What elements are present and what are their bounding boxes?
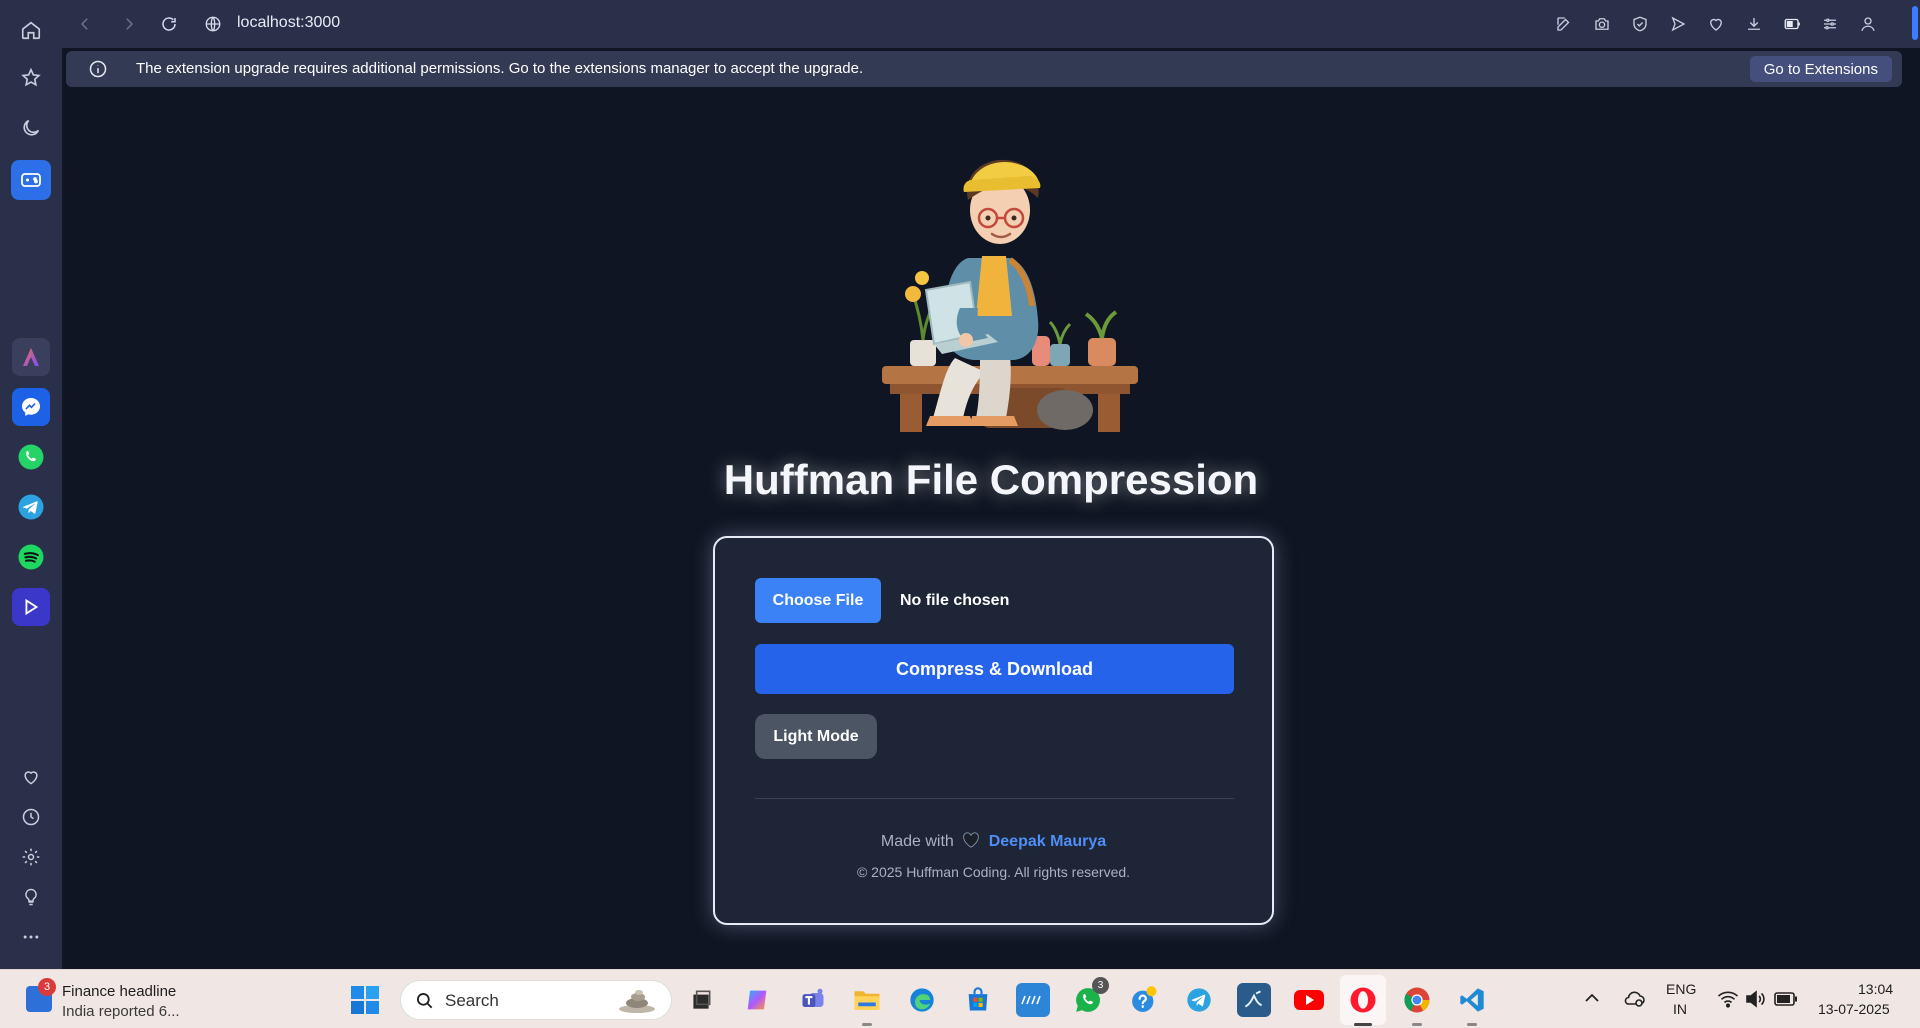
shield-icon[interactable] bbox=[1627, 11, 1653, 37]
easy-setup-icon[interactable] bbox=[1817, 11, 1843, 37]
light-mode-toggle[interactable]: Light Mode bbox=[755, 714, 877, 759]
play-arrow-icon[interactable] bbox=[1665, 11, 1691, 37]
get-help-icon[interactable] bbox=[1127, 983, 1161, 1017]
tray-expand-chevron-icon[interactable] bbox=[1584, 992, 1600, 1004]
battery-icon[interactable] bbox=[1774, 992, 1798, 1006]
vscode-running-indicator bbox=[1467, 1023, 1477, 1026]
page-title: Huffman File Compression bbox=[723, 456, 1259, 503]
game-controller-icon[interactable] bbox=[11, 160, 51, 200]
favorite-heart-icon[interactable] bbox=[1703, 11, 1729, 37]
more-options-icon[interactable] bbox=[11, 917, 51, 957]
page-content: Huffman File Compression Choose File No … bbox=[62, 90, 1920, 969]
browser-toolbar: localhost:3000 bbox=[62, 0, 1920, 48]
whatsapp-taskbar-icon[interactable]: 3 bbox=[1071, 977, 1109, 1017]
opera-browser-icon[interactable] bbox=[1346, 983, 1380, 1026]
address-bar-url[interactable]: localhost:3000 bbox=[237, 14, 340, 32]
file-status-text: No file chosen bbox=[900, 592, 1010, 609]
news-title: Finance headline bbox=[62, 983, 177, 1000]
task-view-icon[interactable] bbox=[684, 983, 718, 1017]
snapshot-edit-icon[interactable] bbox=[1551, 11, 1577, 37]
volume-icon[interactable] bbox=[1745, 990, 1767, 1008]
language-line-2[interactable]: IN bbox=[1673, 1001, 1687, 1017]
onedrive-cloud-icon[interactable] bbox=[1622, 988, 1646, 1008]
spotify-icon[interactable] bbox=[12, 538, 50, 576]
lightbulb-icon[interactable] bbox=[11, 877, 51, 917]
telegram-icon[interactable] bbox=[12, 488, 50, 526]
copyright-text: © 2025 Huffman Coding. All rights reserv… bbox=[856, 864, 1131, 880]
compression-card: Choose File No file chosen Compress & Do… bbox=[713, 536, 1274, 925]
telegram-taskbar-icon[interactable] bbox=[1182, 983, 1216, 1017]
whatsapp-badge: 3 bbox=[1092, 977, 1109, 994]
mysql-workbench-icon[interactable] bbox=[1237, 983, 1271, 1017]
chrome-running-indicator bbox=[1412, 1023, 1422, 1026]
home-icon[interactable] bbox=[11, 10, 51, 50]
developer-illustration bbox=[860, 148, 1160, 438]
compress-download-button[interactable]: Compress & Download bbox=[755, 644, 1234, 694]
whatsapp-icon[interactable] bbox=[12, 438, 50, 476]
profile-icon[interactable] bbox=[1855, 11, 1881, 37]
back-icon[interactable] bbox=[72, 11, 98, 37]
language-line-1[interactable]: ENG bbox=[1666, 981, 1696, 997]
news-badge: 3 bbox=[38, 978, 56, 996]
forward-icon[interactable] bbox=[116, 11, 142, 37]
copilot-icon[interactable] bbox=[740, 983, 774, 1017]
heart-icon[interactable] bbox=[11, 757, 51, 797]
settings-gear-icon[interactable] bbox=[11, 837, 51, 877]
file-explorer-icon[interactable] bbox=[850, 983, 884, 1026]
windows-taskbar: 3 Finance headline India reported 6... S… bbox=[0, 969, 1920, 1028]
clock-time[interactable]: 13:04 bbox=[1858, 981, 1893, 997]
myhp-icon[interactable] bbox=[1016, 983, 1050, 1017]
made-with-label: Made with bbox=[880, 833, 954, 850]
explorer-running-indicator bbox=[862, 1023, 872, 1026]
history-moon-icon[interactable] bbox=[11, 108, 51, 148]
card-divider bbox=[755, 798, 1234, 799]
vscode-icon[interactable] bbox=[1455, 983, 1489, 1026]
extension-upgrade-notice: The extension upgrade requires additiona… bbox=[66, 51, 1902, 87]
choose-file-button[interactable]: Choose File bbox=[755, 578, 881, 623]
news-widget[interactable]: 3 Finance headline India reported 6... bbox=[22, 978, 192, 1022]
info-icon bbox=[88, 59, 108, 79]
camera-icon[interactable] bbox=[1589, 11, 1615, 37]
site-globe-icon[interactable] bbox=[200, 11, 226, 37]
reload-icon[interactable] bbox=[156, 11, 182, 37]
search-label: Search bbox=[445, 991, 499, 1010]
clock-date[interactable]: 13-07-2025 bbox=[1818, 1001, 1890, 1017]
taskbar-search-box[interactable]: Search bbox=[400, 980, 672, 1020]
go-to-extensions-button[interactable]: Go to Extensions bbox=[1749, 56, 1892, 82]
made-with-line: Made with Deepak Maurya bbox=[715, 832, 1272, 851]
wifi-icon[interactable] bbox=[1717, 990, 1739, 1008]
clock-history-icon[interactable] bbox=[11, 797, 51, 837]
microsoft-store-icon[interactable] bbox=[961, 983, 995, 1017]
opera-running-indicator bbox=[1354, 1023, 1372, 1026]
search-icon bbox=[415, 991, 435, 1011]
speed-dial-icon[interactable] bbox=[11, 58, 51, 98]
author-link[interactable]: Deepak Maurya bbox=[989, 833, 1106, 850]
windows-start-icon[interactable] bbox=[350, 985, 380, 1015]
sidebar-scroll-indicator bbox=[1912, 6, 1918, 40]
edge-icon[interactable] bbox=[905, 983, 939, 1017]
news-subtitle: India reported 6... bbox=[62, 1003, 180, 1020]
messenger-icon[interactable] bbox=[12, 388, 50, 426]
youtube-icon[interactable] bbox=[1292, 983, 1326, 1017]
download-icon[interactable] bbox=[1741, 11, 1767, 37]
player-app-icon[interactable] bbox=[12, 588, 50, 626]
notice-message: The extension upgrade requires additiona… bbox=[136, 60, 864, 77]
aria-app-icon[interactable] bbox=[12, 338, 50, 376]
battery-saver-icon[interactable] bbox=[1779, 11, 1805, 37]
chrome-icon[interactable] bbox=[1400, 983, 1434, 1026]
search-highlight-art-icon bbox=[617, 989, 657, 1013]
heart-icon bbox=[962, 832, 980, 848]
teams-icon[interactable] bbox=[796, 983, 830, 1017]
browser-sidebar bbox=[0, 0, 62, 969]
